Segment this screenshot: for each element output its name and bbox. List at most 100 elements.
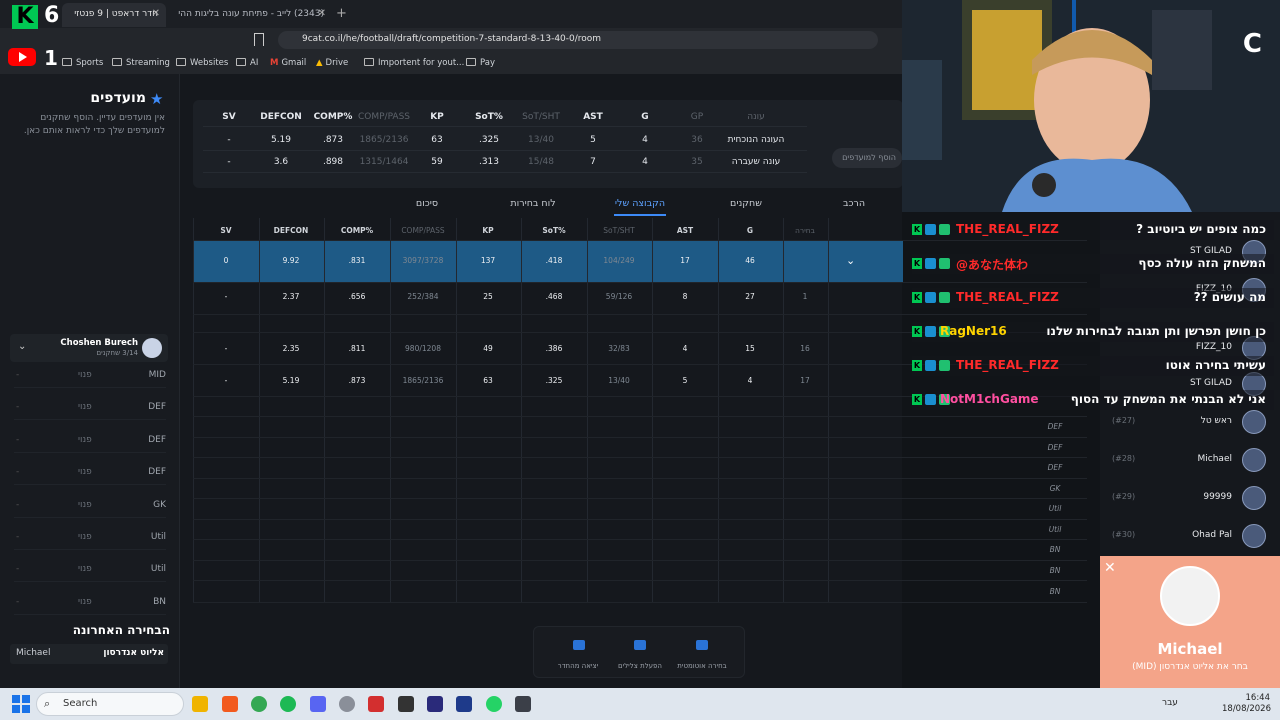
badge-icon <box>925 360 936 371</box>
close-tab-icon[interactable]: ✕ <box>152 8 160 19</box>
table-cell: 2.37 <box>282 292 300 301</box>
app-icon[interactable] <box>515 696 531 712</box>
tab-players[interactable]: שחקנים <box>722 198 770 209</box>
chevron-down-icon[interactable]: ⌄ <box>846 254 855 267</box>
spotify-icon[interactable] <box>280 696 296 712</box>
bookmark-streaming[interactable]: Streaming <box>112 58 170 68</box>
team-slot[interactable]: - פנוי BN <box>14 593 166 615</box>
add-favorite-button[interactable]: הוסף למועדפים <box>832 148 902 168</box>
table-cell: .831 <box>348 256 366 265</box>
team-slot[interactable]: - פנוי DEF <box>14 398 166 420</box>
roster-row[interactable]: (#30) Ohad Pal <box>1108 522 1268 552</box>
photoshop-icon[interactable] <box>456 696 472 712</box>
tab-my-team[interactable]: הקבוצה שלי <box>608 198 672 209</box>
sound-icon[interactable] <box>634 640 646 650</box>
stats-column-header: GP <box>690 112 704 122</box>
table-column-header[interactable]: G <box>720 226 780 235</box>
bookmark-label: Sports <box>76 58 104 68</box>
search-icon: ⌕ <box>44 697 51 710</box>
roster-row[interactable]: (#29) 99999 <box>1108 484 1268 514</box>
avatar <box>1242 448 1266 472</box>
table-column-header[interactable]: DEFCON <box>261 226 321 235</box>
active-tab-indicator <box>614 214 666 216</box>
table-cell: 3097/3728 <box>402 256 444 265</box>
table-column-header[interactable]: SoT% <box>524 226 584 235</box>
table-cell: 104/249 <box>603 256 635 265</box>
tab-summary[interactable]: סיכום <box>404 198 450 209</box>
file-explorer-icon[interactable] <box>192 696 208 712</box>
system-clock[interactable]: 16:44 18/08/2026 <box>1222 693 1271 715</box>
chat-text: המשחק הזה עולה כסף <box>1138 256 1266 270</box>
column-divider <box>652 218 653 603</box>
table-cell: 137 <box>480 256 496 265</box>
team-owner-card[interactable]: ⌄ Choshen Burech 3/14 שחקנים <box>10 334 168 362</box>
settings-icon[interactable] <box>339 696 355 712</box>
exit-room-button[interactable]: יציאה מהחדר <box>548 662 608 670</box>
close-tab-icon[interactable]: ✕ <box>318 8 326 19</box>
stats-cell: .313 <box>478 157 500 167</box>
discord-icon[interactable] <box>310 696 326 712</box>
brave-icon[interactable] <box>222 696 238 712</box>
team-slot[interactable]: - פנוי DEF <box>14 463 166 485</box>
bookmark-label: Importent for yout... <box>378 58 465 68</box>
taskbar-search[interactable]: Search <box>36 692 184 716</box>
chat-username: THE_REAL_FIZZ <box>956 222 1059 236</box>
last-pick-manager: Michael <box>16 648 51 658</box>
slot-dash: - <box>16 370 20 380</box>
tab-lineup[interactable]: הרכב <box>836 198 872 209</box>
column-divider <box>587 218 588 603</box>
chevron-down-icon[interactable]: ⌄ <box>18 341 26 352</box>
table-column-header[interactable]: COMP% <box>327 226 387 235</box>
app-icon[interactable] <box>368 696 384 712</box>
language-indicator[interactable]: עבר <box>1162 698 1178 708</box>
table-column-header[interactable]: SoT/SHT <box>589 226 649 235</box>
obs-icon[interactable] <box>398 696 414 712</box>
url-field[interactable]: 9cat.co.il/he/football/draft/competition… <box>278 31 878 49</box>
table-column-header[interactable]: COMP/PASS <box>393 226 453 235</box>
team-slot[interactable]: - פנוי MID <box>14 366 166 388</box>
bookmark-sports[interactable]: Sports <box>62 58 103 68</box>
badge-icon <box>925 394 936 405</box>
table-column-header[interactable]: בחירה <box>775 226 835 235</box>
chrome-icon[interactable] <box>251 696 267 712</box>
bookmark-importent[interactable]: Importent for yout... <box>364 58 464 68</box>
roster-row[interactable]: (#28) Michael <box>1108 446 1268 476</box>
webcam-overlay: C <box>902 0 1280 212</box>
table-column-header[interactable]: SV <box>196 226 256 235</box>
team-slot[interactable]: - פנוי Util <box>14 528 166 550</box>
stats-cell: 35 <box>691 157 703 167</box>
autopick-icon[interactable] <box>696 640 708 650</box>
row-divider <box>193 478 1087 479</box>
team-slot[interactable]: - פנוי GK <box>14 496 166 518</box>
bookmark-icon[interactable] <box>254 33 264 46</box>
premiere-icon[interactable] <box>427 696 443 712</box>
browser-tab-youtube[interactable]: (2343) לייב - פתיחת עונה בליגות ההי ✕ <box>170 3 332 27</box>
browser-tab-draft[interactable]: חדר דראפט | 9 פנטזי ✕ <box>62 3 166 27</box>
close-icon[interactable]: ✕ <box>1104 561 1118 575</box>
new-tab-button[interactable]: + <box>336 6 347 21</box>
slot-position: DEF <box>148 467 166 477</box>
stats-cell: 1315/1464 <box>359 157 409 167</box>
position-label: BN <box>1049 587 1061 596</box>
slot-status: פנוי <box>78 402 92 412</box>
whatsapp-icon[interactable] <box>486 696 502 712</box>
tab-draft-board[interactable]: לוח בחירות <box>502 198 564 209</box>
team-slot[interactable]: - פנוי DEF <box>14 431 166 453</box>
slot-position: GK <box>153 500 166 510</box>
table-column-header[interactable]: KP <box>458 226 518 235</box>
owner-name: Choshen Burech <box>60 338 138 348</box>
bookmark-websites[interactable]: Websites <box>176 58 228 68</box>
table-column-header[interactable]: AST <box>655 226 715 235</box>
team-slot[interactable]: - פנוי Util <box>14 560 166 582</box>
chat-message: K THE_REAL_FIZZ עשיתי בחירה אוטו <box>912 356 1274 376</box>
enable-sounds-button[interactable]: הפעלת צלילים <box>610 662 670 670</box>
row-divider <box>193 539 1087 540</box>
column-divider <box>324 218 325 603</box>
bookmark-ai[interactable]: AI <box>236 58 258 68</box>
bookmark-pay[interactable]: Pay <box>466 58 495 68</box>
auto-pick-button[interactable]: בחירה אוטומטית <box>672 662 732 670</box>
exit-icon[interactable] <box>573 640 585 650</box>
windows-start-icon[interactable] <box>12 695 30 713</box>
bookmark-gmail[interactable]: M Gmail <box>270 58 306 68</box>
bookmark-drive[interactable]: ▲ Drive <box>316 58 348 68</box>
